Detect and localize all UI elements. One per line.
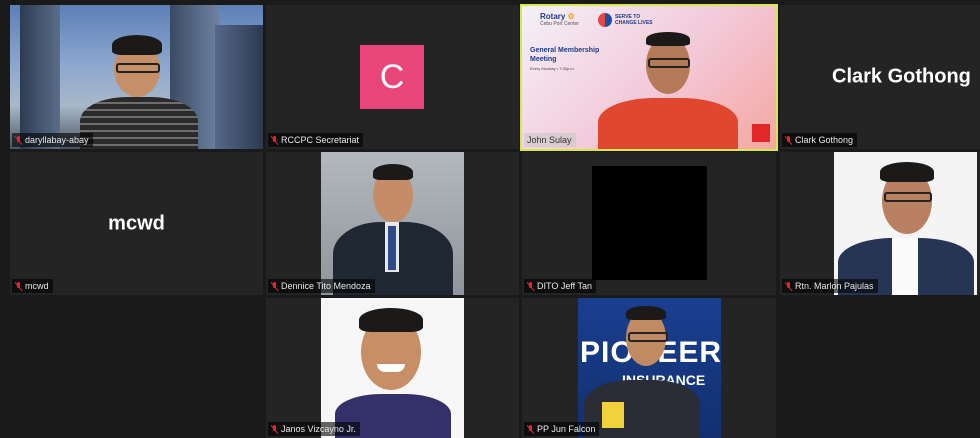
video-tile-clark-gothong[interactable]: Clark Gothong Clark Gothong (780, 5, 980, 149)
video-tile-marlon-pajulas[interactable]: Rtn. Marlon Pajulas (780, 152, 980, 295)
participant-name: Rtn. Marlon Pajulas (795, 281, 874, 291)
avatar: C (360, 45, 424, 109)
participant-name-tag: Janos Vizcayno Jr. (268, 422, 360, 436)
video-tile-janos-vizcayno[interactable]: Janos Vizcayno Jr. (266, 298, 519, 438)
muted-mic-icon (527, 424, 534, 434)
participant-name: Janos Vizcayno Jr. (281, 424, 356, 434)
slogan-logo: SERVE TO CHANGE LIVES (598, 13, 653, 27)
video-feed: PIONEER INSURANCE (578, 298, 721, 438)
video-feed-black (592, 166, 707, 280)
avatar-letter: C (379, 57, 405, 96)
video-feed (834, 152, 977, 295)
participant-display-name: Clark Gothong (832, 65, 971, 88)
video-feed: Rotary ⚙ Cebu Port Center SERVE TO CHANGE… (522, 6, 776, 149)
participant-name: Dennice Tito Mendoza (281, 281, 371, 291)
participant-name-tag: John Sulay (524, 133, 576, 147)
participant-name-tag: DITO Jeff Tan (524, 279, 597, 293)
muted-mic-icon (785, 135, 792, 145)
muted-mic-icon (271, 281, 278, 291)
participant-name: Clark Gothong (795, 135, 854, 145)
video-tile-dennice-tito-mendoza[interactable]: Dennice Tito Mendoza (266, 152, 519, 295)
video-tile-mcwd[interactable]: mcwd mcwd (10, 152, 263, 295)
video-tile-dito-jeff-tan[interactable]: DITO Jeff Tan (522, 152, 776, 295)
participant-name-tag: Dennice Tito Mendoza (268, 279, 375, 293)
video-feed (321, 152, 464, 295)
participant-name: RCCPC Secretariat (281, 135, 360, 145)
video-feed (10, 5, 263, 149)
participant-name-tag: RCCPC Secretariat (268, 133, 364, 147)
participant-name-tag: daryllabay-abay (12, 133, 93, 147)
participant-display-name: mcwd (108, 212, 165, 234)
muted-mic-icon (271, 424, 278, 434)
participant-name: daryllabay-abay (25, 135, 89, 145)
muted-mic-icon (271, 135, 278, 145)
muted-mic-icon (15, 281, 22, 291)
participant-name-tag: Rtn. Marlon Pajulas (782, 279, 878, 293)
muted-mic-icon (527, 281, 534, 291)
muted-mic-icon (15, 135, 22, 145)
participant-name-tag: PP Jun Falcon (524, 422, 600, 436)
meeting-title: General Membership Meeting Every Monday … (530, 47, 600, 71)
video-tile-john-sulay-active-speaker[interactable]: Rotary ⚙ Cebu Port Center SERVE TO CHANGE… (520, 4, 778, 151)
video-tile-rccpc-secretariat[interactable]: C RCCPC Secretariat (266, 5, 519, 149)
participant-name: mcwd (25, 281, 49, 291)
video-tile-pp-jun-falcon[interactable]: PIONEER INSURANCE PP Jun Falcon (522, 298, 776, 438)
participant-name-tag: mcwd (12, 279, 53, 293)
rotary-logo: Rotary ⚙ Cebu Port Center (540, 12, 579, 27)
video-tile-daryllabay[interactable]: daryllabay-abay (10, 5, 263, 149)
participant-name: DITO Jeff Tan (537, 281, 593, 291)
participant-name: PP Jun Falcon (537, 424, 596, 434)
participant-name: John Sulay (527, 135, 572, 145)
video-feed (321, 298, 464, 438)
participant-name-tag: Clark Gothong (782, 133, 858, 147)
muted-mic-icon (785, 281, 792, 291)
polaris-logo (752, 124, 770, 142)
